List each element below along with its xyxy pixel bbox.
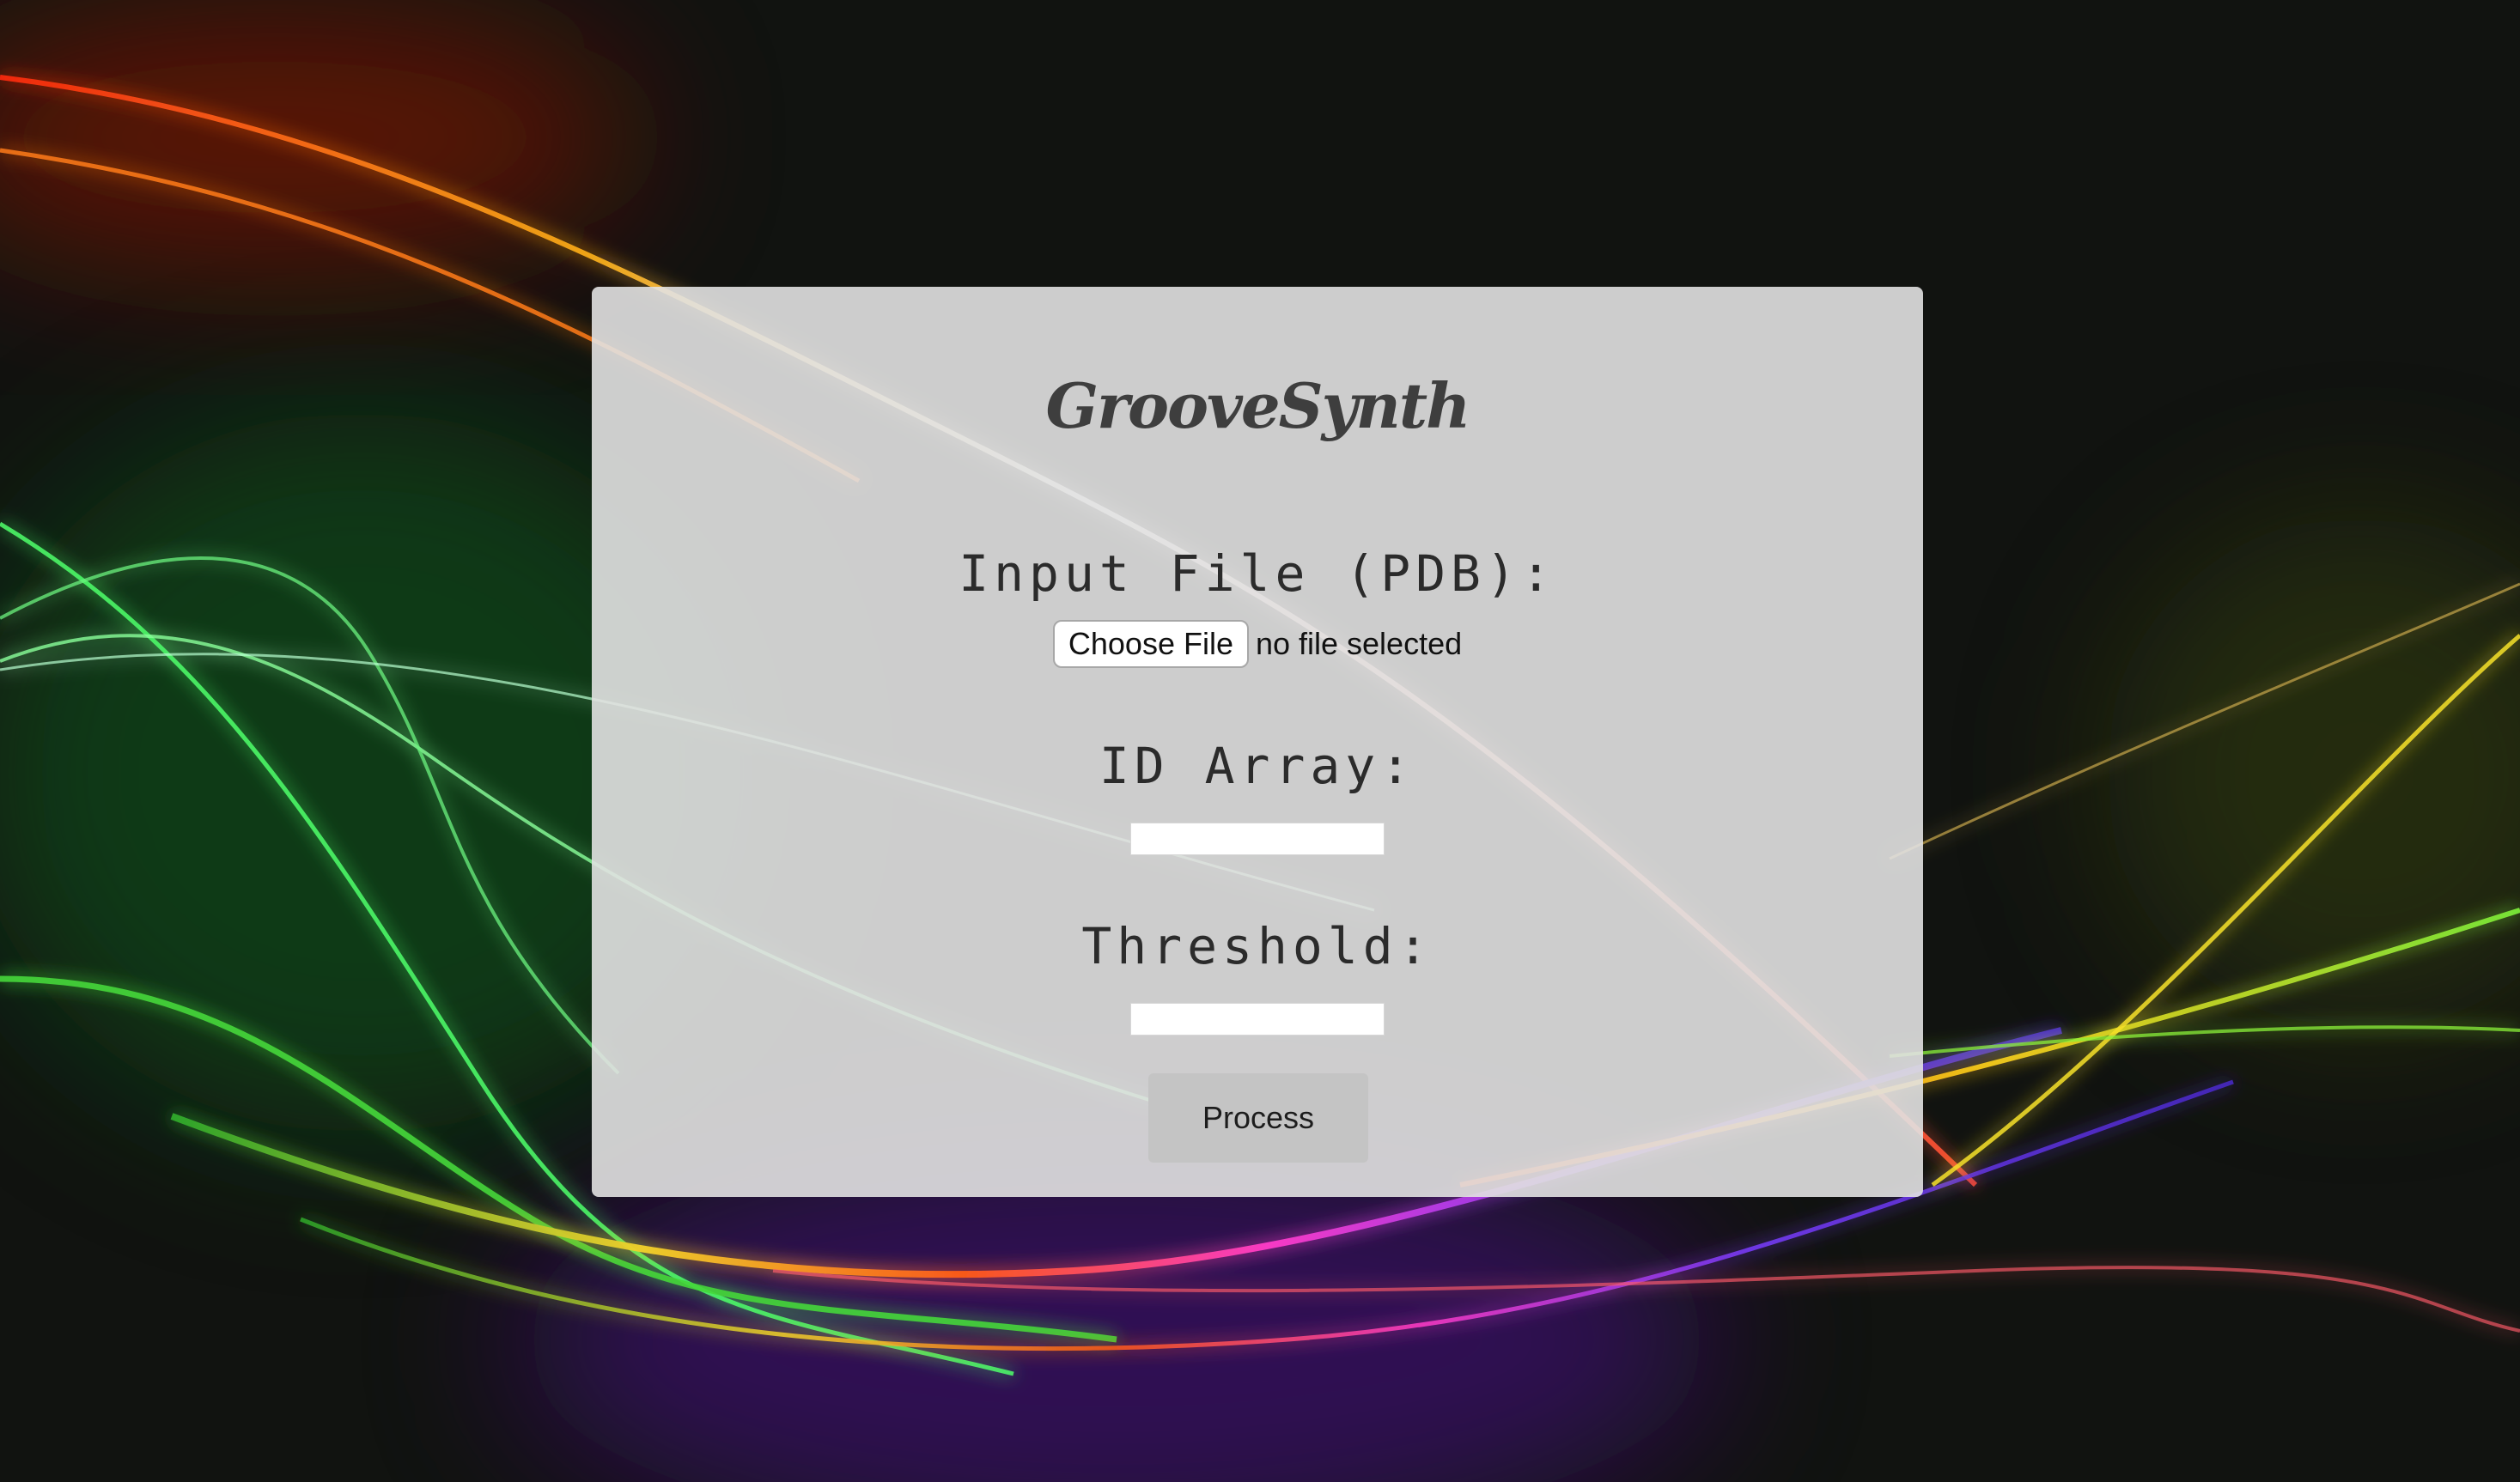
input-file-label: Input File (PDB):: [959, 544, 1556, 603]
id-array-input[interactable]: [1130, 823, 1385, 855]
threshold-label: Threshold:: [1081, 917, 1433, 975]
choose-file-button[interactable]: Choose File: [1052, 620, 1249, 668]
id-array-label: ID Array:: [1099, 737, 1416, 795]
app-logo: GrooveSynth: [1045, 369, 1471, 442]
file-status-text: no file selected: [1255, 626, 1463, 661]
threshold-input[interactable]: [1130, 1003, 1385, 1036]
form-panel: GrooveSynth Input File (PDB): Choose Fil…: [592, 287, 1923, 1197]
file-input[interactable]: Choose File no file selected: [592, 620, 1923, 668]
process-button[interactable]: Process: [1148, 1073, 1368, 1163]
